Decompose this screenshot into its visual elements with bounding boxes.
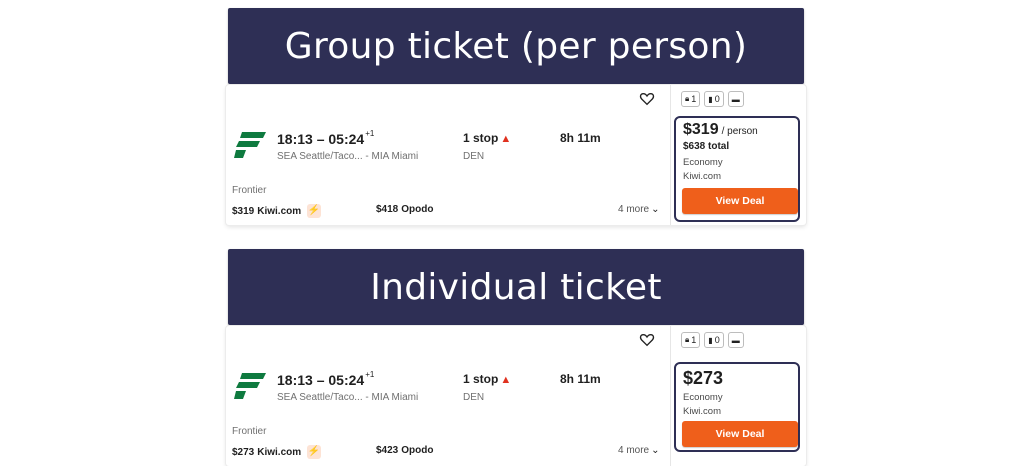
heart-icon[interactable]	[639, 91, 655, 107]
chevron-down-icon: ⌄	[651, 204, 660, 215]
group-ticket-banner: Group ticket (per person)	[228, 8, 804, 84]
route: SEA Seattle/Taco... - MIA Miami	[277, 392, 419, 403]
banner-title: Group ticket (per person)	[284, 25, 748, 67]
deal-column: 🔒︎ 1 ▮ 0 ▬ $319/ person $638 total Economy…	[670, 85, 807, 225]
origin: SEA Seattle/Taco...	[277, 392, 363, 403]
personal-item-badge: 🔒︎ 1	[681, 91, 701, 107]
card-icon: ▬	[731, 94, 740, 104]
layover-airport: DEN	[463, 151, 485, 162]
flight-times: 18:13 – 05:24+1	[277, 129, 375, 147]
flight-result-card[interactable]: 18:13 – 05:24+1 SEA Seattle/Taco... - MI…	[226, 326, 806, 466]
personal-bag-icon: 🔒︎	[685, 94, 690, 103]
frontier-logo-icon	[234, 373, 266, 399]
destination: MIA Miami	[371, 151, 419, 162]
payment-badge: ▬	[727, 332, 744, 348]
deal-box: $273 Economy Kiwi.com View Deal	[674, 362, 800, 452]
deal-column: 🔒︎ 1 ▮ 0 ▬ $273 Economy Kiwi.com View Deal	[670, 326, 807, 466]
offer-opodo[interactable]: $423 Opodo	[376, 445, 433, 456]
lightning-icon: ⚡	[307, 445, 322, 459]
more-offers-link[interactable]: 4 more ⌄	[618, 204, 660, 215]
card-icon: ▬	[731, 335, 740, 345]
baggage-info: 🔒︎ 1 ▮ 0 ▬	[681, 91, 744, 107]
view-deal-button[interactable]: View Deal	[682, 421, 798, 447]
day-offset: +1	[365, 129, 375, 138]
deal-box: $319/ person $638 total Economy Kiwi.com…	[674, 116, 800, 222]
flight-duration: 8h 11m	[560, 131, 601, 145]
more-offers-link[interactable]: 4 more ⌄	[618, 445, 660, 456]
flight-details: 18:13 – 05:24+1 SEA Seattle/Taco... - MI…	[226, 85, 670, 225]
offer-opodo[interactable]: $418 Opodo	[376, 204, 433, 215]
chevron-down-icon: ⌄	[651, 445, 660, 456]
lightning-icon: ⚡	[307, 204, 322, 218]
personal-item-badge: 🔒︎ 1	[681, 332, 701, 348]
deal-price: $319/ person	[683, 121, 758, 138]
cabin-class: Economy	[683, 157, 723, 168]
provider-name: Kiwi.com	[683, 171, 722, 182]
flight-details: 18:13 – 05:24+1 SEA Seattle/Taco... - MI…	[226, 326, 670, 466]
deal-price: $273	[683, 368, 724, 388]
destination: MIA Miami	[371, 392, 419, 403]
origin: SEA Seattle/Taco...	[277, 151, 363, 162]
per-person-label: / person	[721, 126, 758, 137]
warning-icon: ▲	[500, 374, 512, 386]
carry-on-icon: ▮	[708, 94, 713, 104]
airline-name: Frontier	[232, 185, 267, 196]
cabin-class: Economy	[683, 392, 723, 403]
provider-name: Kiwi.com	[683, 406, 722, 417]
view-deal-button[interactable]: View Deal	[682, 188, 798, 214]
day-offset: +1	[365, 370, 375, 379]
banner-title: Individual ticket	[370, 266, 662, 308]
flight-result-card[interactable]: 18:13 – 05:24+1 SEA Seattle/Taco... - MI…	[226, 85, 806, 225]
offer-kiwi[interactable]: $273 Kiwi.com ⚡	[232, 445, 322, 459]
frontier-logo-icon	[234, 132, 266, 158]
carry-on-badge: ▮ 0	[704, 91, 724, 107]
baggage-info: 🔒︎ 1 ▮ 0 ▬	[681, 332, 744, 348]
heart-icon[interactable]	[639, 332, 655, 348]
warning-icon: ▲	[500, 133, 512, 145]
carry-on-badge: ▮ 0	[704, 332, 724, 348]
flight-duration: 8h 11m	[560, 372, 601, 386]
personal-bag-icon: 🔒︎	[685, 335, 690, 344]
carry-on-icon: ▮	[708, 335, 713, 345]
offer-kiwi[interactable]: $319 Kiwi.com ⚡	[232, 204, 322, 218]
stops: 1 stop ▲	[463, 131, 512, 145]
stops: 1 stop ▲	[463, 372, 512, 386]
individual-ticket-banner: Individual ticket	[228, 249, 804, 325]
flight-times: 18:13 – 05:24+1	[277, 370, 375, 388]
total-price: $638 total	[683, 141, 730, 152]
payment-badge: ▬	[727, 91, 744, 107]
airline-name: Frontier	[232, 426, 267, 437]
route: SEA Seattle/Taco... - MIA Miami	[277, 151, 419, 162]
layover-airport: DEN	[463, 392, 485, 403]
